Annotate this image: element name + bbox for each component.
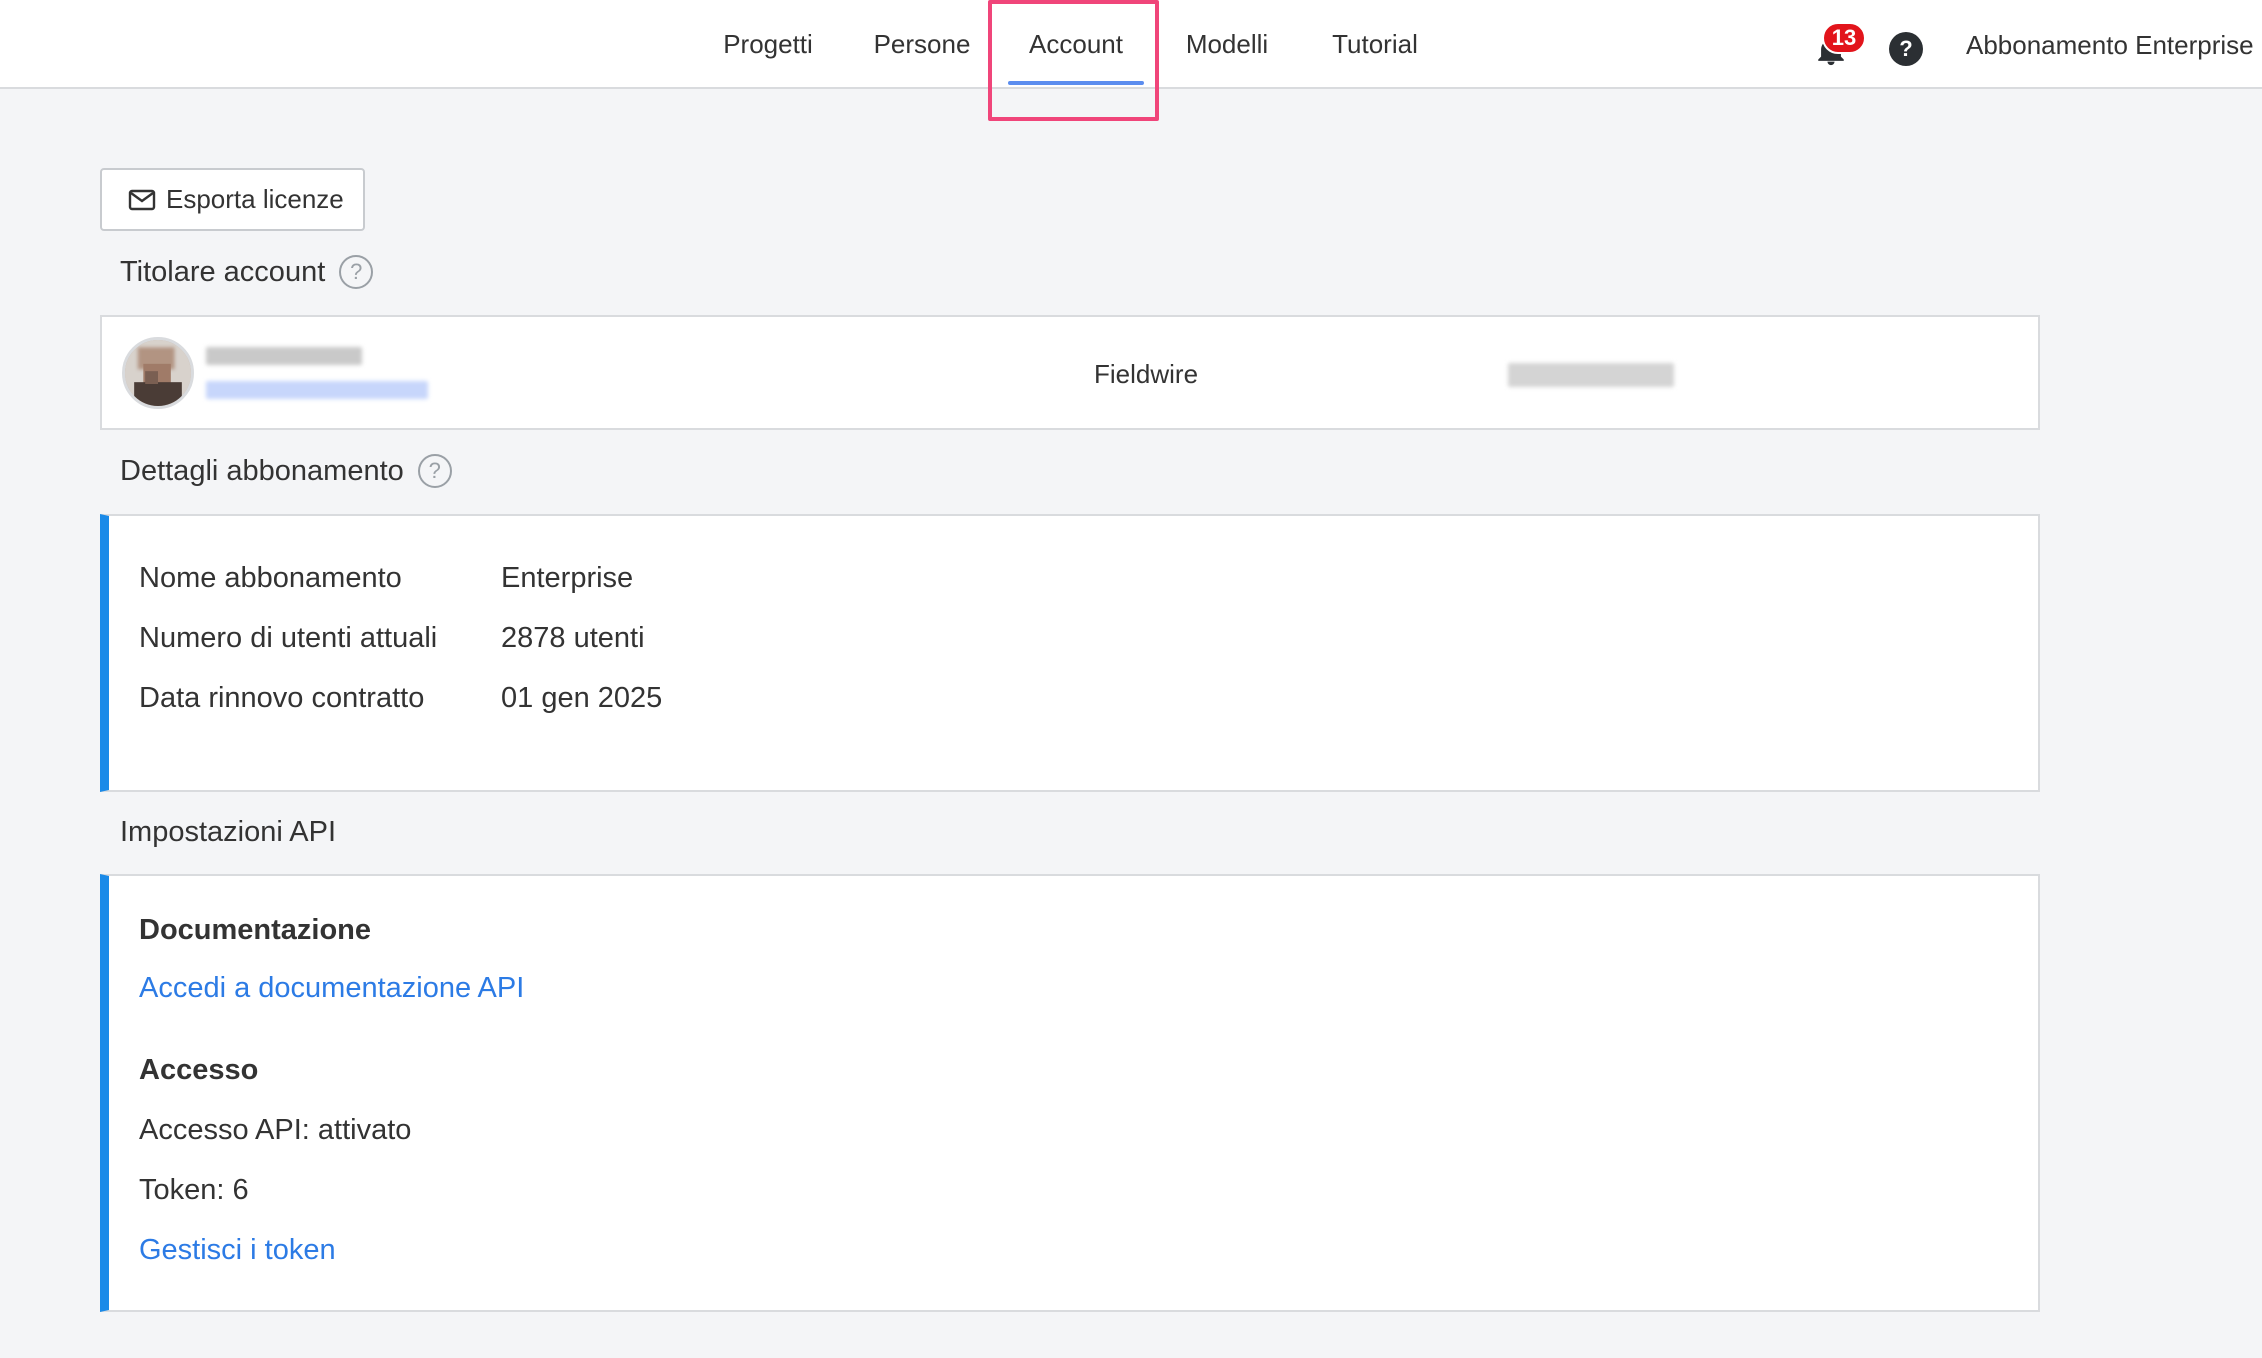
tab-persone[interactable]: Persone — [860, 0, 984, 89]
tab-account[interactable]: Account — [998, 0, 1154, 89]
subscription-section-title: Dettagli abbonamento ? — [120, 454, 452, 488]
help-icon[interactable]: ? — [1889, 32, 1923, 66]
tab-label: Modelli — [1185, 29, 1269, 59]
detail-value: 01 gen 2025 — [501, 682, 663, 714]
subscription-plan-link[interactable]: Abbonamento Enterprise — [1966, 30, 2254, 61]
owner-phone-redacted — [1508, 363, 1674, 387]
tab-progetti[interactable]: Progetti — [702, 0, 834, 89]
api-documentation-link[interactable]: Accedi a documentazione API — [139, 972, 524, 1005]
notification-count-badge: 13 — [1822, 22, 1866, 54]
subscription-details-card: Nome abbonamento Enterprise Numero di ut… — [100, 514, 2040, 792]
export-licenses-label: Esporta licenze — [166, 184, 344, 214]
tab-tutorial[interactable]: Tutorial — [1318, 0, 1432, 89]
tab-label: Progetti — [723, 29, 813, 59]
detail-value: 2878 utenti — [501, 622, 645, 654]
api-section-title: Impostazioni API — [120, 816, 336, 849]
mail-icon — [128, 189, 156, 210]
access-heading: Accesso — [139, 1054, 259, 1086]
question-icon[interactable]: ? — [417, 454, 452, 488]
question-icon[interactable]: ? — [339, 255, 374, 289]
tab-modelli[interactable]: Modelli — [1172, 0, 1282, 89]
tab-label: Tutorial — [1332, 29, 1418, 59]
owner-company: Fieldwire — [1094, 359, 1199, 389]
detail-value: Enterprise — [501, 562, 634, 594]
export-licenses-button[interactable]: Esporta licenze — [100, 168, 365, 231]
token-count: Token: 6 — [139, 1174, 249, 1206]
tab-label: Persone — [873, 29, 971, 59]
section-title-text: Titolare account — [120, 255, 326, 288]
section-title-text: Impostazioni API — [120, 816, 336, 848]
detail-label: Numero di utenti attuali — [139, 622, 438, 654]
owner-card: Fieldwire — [100, 315, 2040, 430]
api-access-status: Accesso API: attivato — [139, 1114, 412, 1146]
owner-section-title: Titolare account ? — [120, 255, 374, 289]
detail-label: Nome abbonamento — [139, 562, 402, 594]
owner-email-redacted — [206, 381, 428, 399]
avatar — [122, 337, 194, 409]
section-title-text: Dettagli abbonamento — [120, 454, 404, 487]
detail-label: Data rinnovo contratto — [139, 682, 425, 714]
manage-tokens-link[interactable]: Gestisci i token — [139, 1234, 336, 1267]
top-navigation-bar: Progetti Persone Account Modelli Tutoria… — [0, 0, 2262, 89]
active-tab-underline — [1008, 81, 1144, 85]
tab-label: Account — [1029, 29, 1123, 59]
owner-name-redacted — [206, 347, 362, 365]
api-settings-card: Documentazione Accedi a documentazione A… — [100, 874, 2040, 1312]
documentation-heading: Documentazione — [139, 914, 372, 946]
